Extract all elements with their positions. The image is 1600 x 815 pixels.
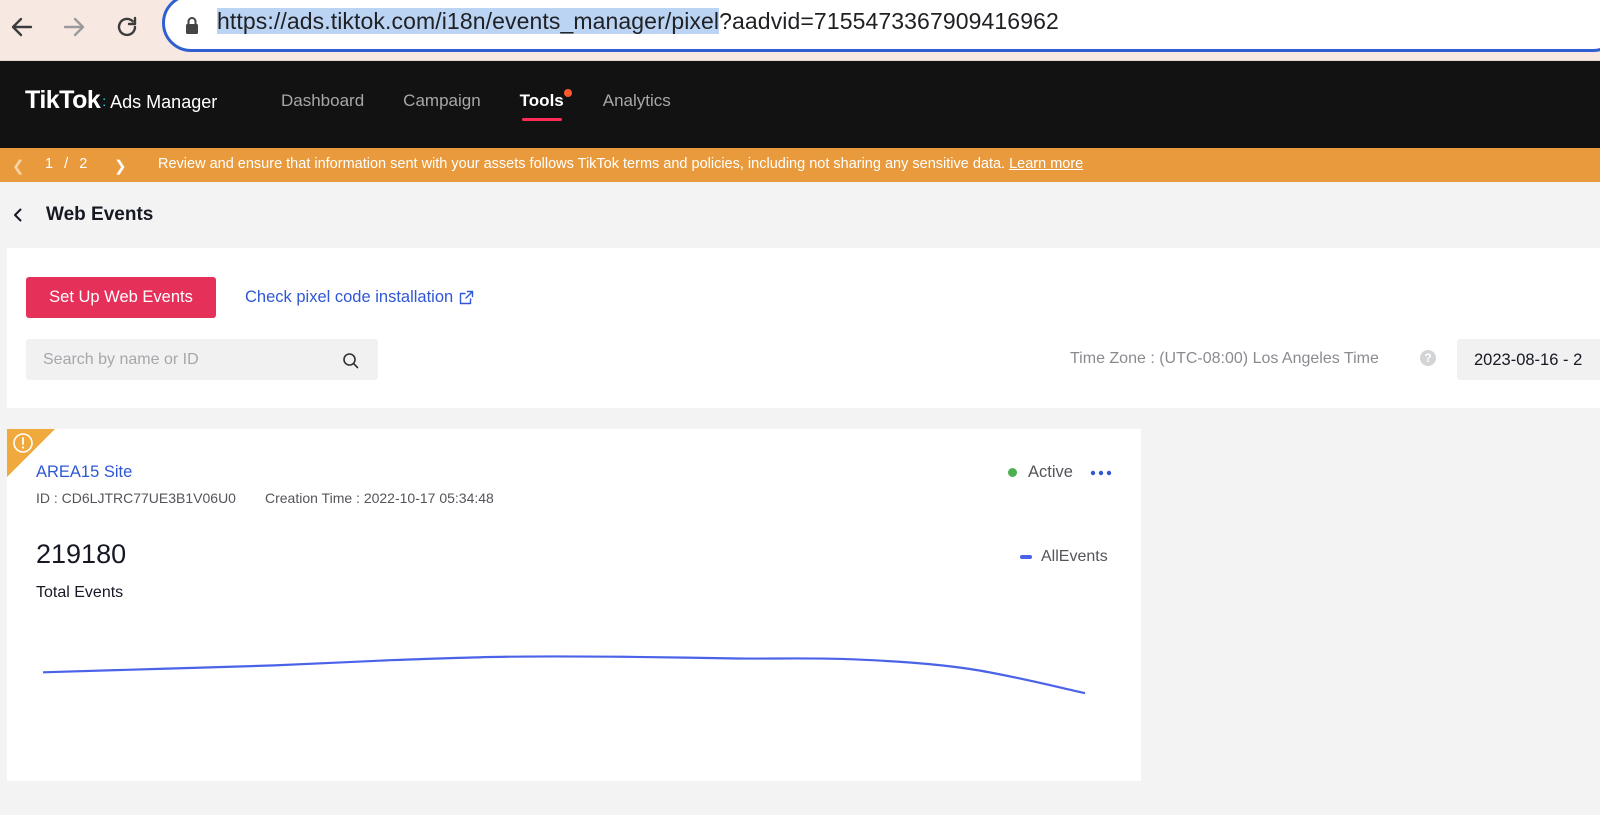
total-events-label: Total Events [36,584,124,601]
series-line-allevents [42,655,1086,695]
url-selected: https://ads.tiktok.com/i18n/events_manag… [217,8,720,34]
pixel-card: AREA15 Site ID : CD6LJTRC77UE3B1V06U0 Cr… [7,429,1141,781]
search-field [26,339,378,380]
logo-wordmark: TikTok [25,86,101,114]
events-line-chart [42,655,1086,695]
pixel-id: ID : CD6LJTRC77UE3B1V06U0 [36,490,236,506]
status-badge: Active [1008,463,1073,482]
notification-dot [563,89,572,97]
policy-banner: ❮ 1 / 2 ❯ Review and ensure that informa… [0,148,1600,182]
nav-tools[interactable]: Tools [519,89,572,121]
chevron-left-icon[interactable] [10,207,26,223]
date-range-text: 2023-08-16 - 2 [1474,351,1583,369]
back-arrow-icon[interactable] [8,13,36,41]
logo-subtitle: Ads Manager [110,92,218,112]
logo-colon-icon: : [102,93,107,109]
more-options-icon[interactable] [1090,463,1112,483]
chevron-right-icon[interactable]: ❯ [114,157,127,175]
help-icon[interactable]: ? [1420,350,1436,366]
forward-arrow-icon[interactable] [60,13,88,41]
page-header: Web Events [10,204,153,226]
address-bar[interactable]: https://ads.tiktok.com/i18n/events_manag… [162,0,1600,52]
chart-legend[interactable]: AllEvents [1020,548,1108,566]
chevron-left-icon[interactable]: ❮ [12,157,25,175]
search-icon[interactable] [342,352,359,369]
external-link-icon [460,290,474,305]
nav-campaign[interactable]: Campaign [403,91,481,121]
url-query: ?aadvid=7155473367909416962 [719,8,1059,34]
url-text: https://ads.tiktok.com/i18n/events_manag… [217,8,1059,35]
browser-toolbar: https://ads.tiktok.com/i18n/events_manag… [0,0,1600,61]
total-events-value: 219180 [36,539,127,569]
date-range-picker[interactable]: 2023-08-16 - 2 [1457,339,1600,380]
status-text: Active [1028,463,1073,481]
search-input[interactable] [41,350,335,370]
status-dot [1008,468,1017,477]
banner-message: Review and ensure that information sent … [158,156,1084,172]
reload-icon[interactable] [113,13,141,41]
check-link-label: Check pixel code installation [245,288,454,306]
legend-swatch [1020,555,1032,559]
legend-label: AllEvents [1041,548,1108,565]
page-title: Web Events [46,204,154,225]
nav-analytics[interactable]: Analytics [603,91,671,121]
pixel-name-link[interactable]: AREA15 Site [36,463,132,482]
nav-dashboard[interactable]: Dashboard [281,91,364,121]
lock-icon [186,17,198,34]
banner-pagination: 1 / 2 [45,156,89,172]
app-header: TikTok : Ads Manager Dashboard Campaign … [0,61,1600,148]
check-pixel-installation-link[interactable]: Check pixel code installation [245,288,474,307]
timezone-label: Time Zone : (UTC-08:00) Los Angeles Time [1070,350,1379,367]
setup-web-events-button[interactable]: Set Up Web Events [26,277,216,318]
pixel-creation-time: Creation Time : 2022-10-17 05:34:48 [265,490,494,506]
learn-more-link[interactable]: Learn more [1009,156,1083,172]
tiktok-ads-logo[interactable]: TikTok : Ads Manager [25,86,217,120]
nav-tools-label: Tools [519,91,564,110]
top-nav: Dashboard Campaign Tools Analytics [281,89,710,121]
toolbar-card: Set Up Web Events Check pixel code insta… [7,248,1600,408]
